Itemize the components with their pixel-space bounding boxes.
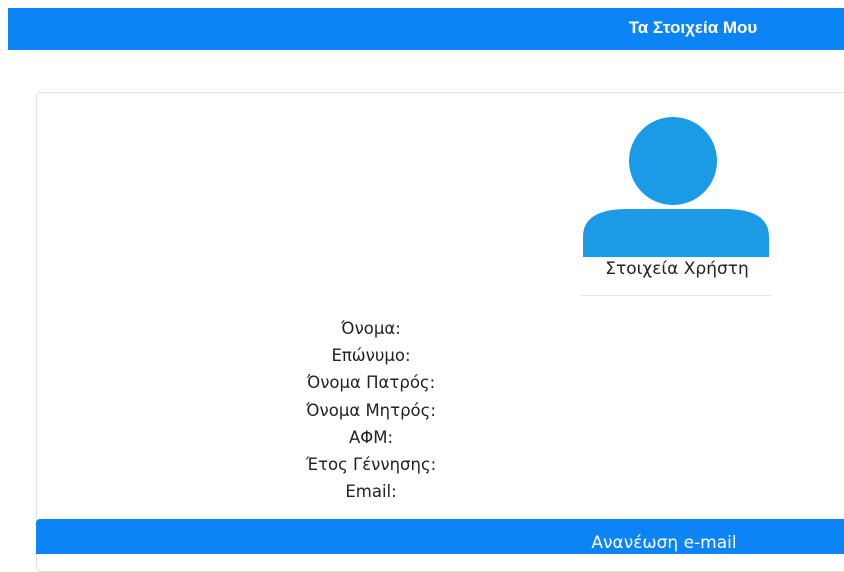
avatar-caption: Στοιχεία Χρήστη: [605, 259, 749, 279]
page-title: Τα Στοιχεία Μου: [628, 18, 758, 37]
user-details-list: Όνομα: Επώνυμο: Όνομα Πατρός: Όνομα Μητρ…: [261, 315, 481, 505]
field-birth-year: Έτος Γέννησης:: [305, 454, 437, 474]
action-bar: Ανανέωση e-mail: [36, 519, 844, 554]
field-last-name: Επώνυμο:: [331, 346, 411, 366]
avatar-head: [629, 117, 717, 205]
update-email-button[interactable]: Ανανέωση e-mail: [556, 519, 772, 554]
divider: [581, 295, 771, 296]
field-mother-name: Όνομα Μητρός:: [306, 400, 436, 420]
field-first-name: Όνομα:: [341, 319, 401, 338]
profile-card: Στοιχεία Χρήστη Όνομα: Επώνυμο: Όνομα Πα…: [36, 92, 844, 572]
field-father-name: Όνομα Πατρός:: [306, 373, 436, 393]
field-tax-id: ΑΦΜ:: [348, 427, 394, 447]
user-silhouette-icon: [583, 117, 769, 257]
field-email: Email:: [345, 482, 397, 502]
avatar-body: [583, 209, 769, 257]
page-header-bar: Τα Στοιχεία Μου: [8, 8, 844, 50]
